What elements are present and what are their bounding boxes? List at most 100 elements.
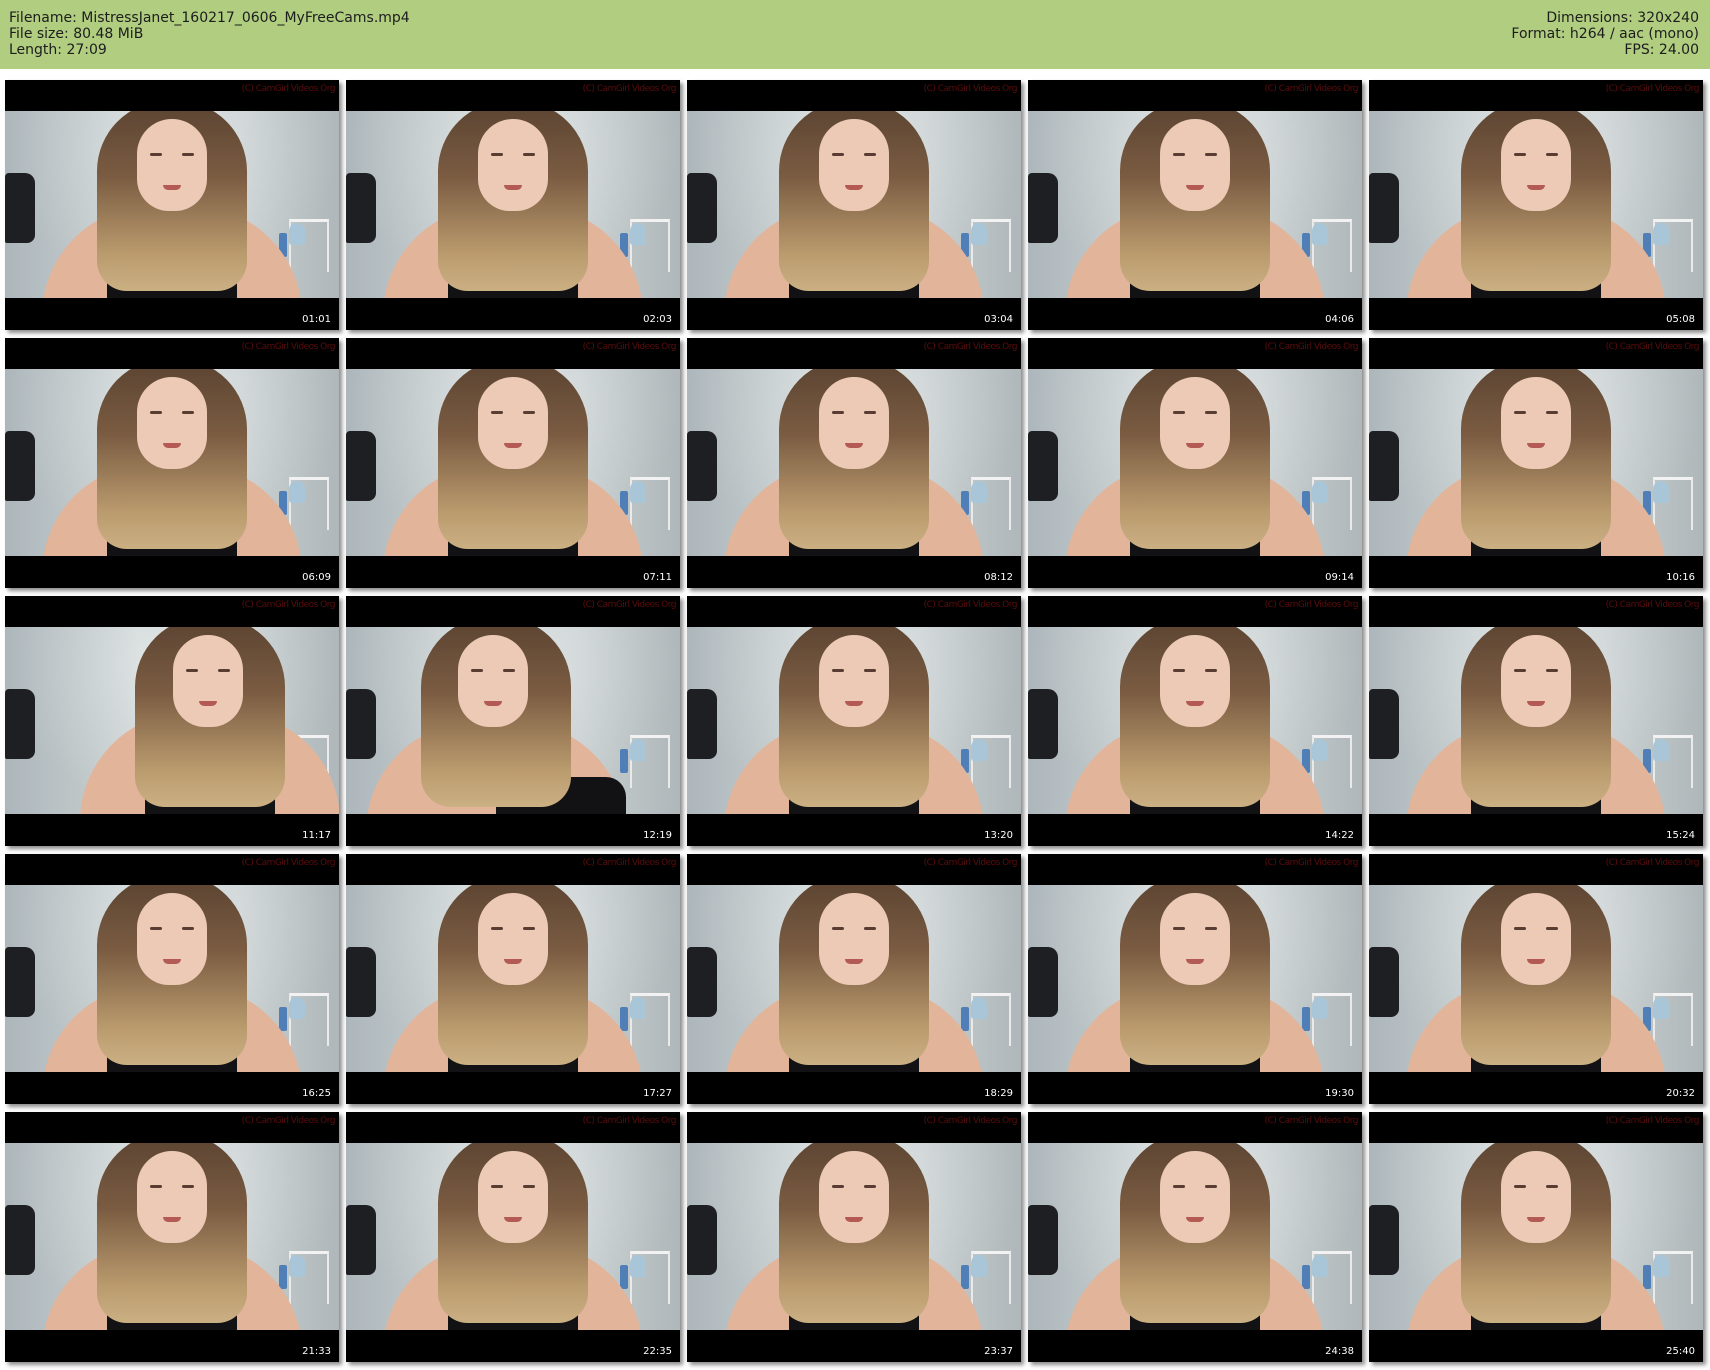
- mouth-shape: [163, 959, 181, 964]
- video-thumbnail: (C) CamGirl Videos Org 11:17: [5, 596, 339, 846]
- backpack-shape: [687, 689, 717, 759]
- thumbnail-timestamp: 12:19: [643, 830, 672, 841]
- video-frame: [1369, 627, 1703, 814]
- person-face-shape: [819, 893, 889, 985]
- video-thumbnail: (C) CamGirl Videos Org 18:29: [687, 854, 1021, 1104]
- watermark-text: (C) CamGirl Videos Org: [923, 1116, 1018, 1126]
- eye-shape: [864, 927, 876, 930]
- backpack-shape: [1369, 1205, 1399, 1275]
- thumbnail-timestamp: 24:38: [1325, 1346, 1354, 1357]
- eye-shape: [864, 411, 876, 414]
- mouth-shape: [1186, 1217, 1204, 1222]
- backpack-shape: [346, 173, 376, 243]
- mouth-shape: [845, 185, 863, 190]
- mouth-shape: [1527, 443, 1545, 448]
- watermark-text: (C) CamGirl Videos Org: [582, 342, 677, 352]
- lamp-shape: [971, 997, 987, 1019]
- watermark-text: (C) CamGirl Videos Org: [241, 84, 336, 94]
- eye-shape: [1205, 927, 1217, 930]
- video-thumbnail: (C) CamGirl Videos Org 17:27: [346, 854, 680, 1104]
- eye-shape: [1173, 669, 1185, 672]
- eye-shape: [1546, 411, 1558, 414]
- thumbnail-timestamp: 15:24: [1666, 830, 1695, 841]
- backpack-shape: [1028, 947, 1058, 1017]
- eye-shape: [864, 1185, 876, 1188]
- mouth-shape: [845, 443, 863, 448]
- backpack-shape: [5, 947, 35, 1017]
- watermark-text: (C) CamGirl Videos Org: [241, 600, 336, 610]
- video-frame: [346, 627, 680, 814]
- mouth-shape: [163, 185, 181, 190]
- bottle-shape: [961, 1265, 969, 1289]
- watermark-text: (C) CamGirl Videos Org: [1605, 858, 1700, 868]
- person-face-shape: [1501, 377, 1571, 469]
- mouth-shape: [504, 185, 522, 190]
- eye-shape: [491, 927, 503, 930]
- person-face-shape: [1501, 1151, 1571, 1243]
- watermark-text: (C) CamGirl Videos Org: [241, 1116, 336, 1126]
- person-face-shape: [1160, 119, 1230, 211]
- backpack-shape: [1028, 1205, 1058, 1275]
- lamp-shape: [1312, 481, 1328, 503]
- bottle-shape: [961, 1007, 969, 1031]
- bottle-shape: [1302, 1007, 1310, 1031]
- thumbnail-timestamp: 11:17: [302, 830, 331, 841]
- watermark-text: (C) CamGirl Videos Org: [923, 858, 1018, 868]
- eye-shape: [1546, 1185, 1558, 1188]
- eye-shape: [150, 153, 162, 156]
- video-frame: [687, 627, 1021, 814]
- eye-shape: [832, 1185, 844, 1188]
- eye-shape: [218, 669, 230, 672]
- video-thumbnail: (C) CamGirl Videos Org 15:24: [1369, 596, 1703, 846]
- backpack-shape: [346, 689, 376, 759]
- video-thumbnail: (C) CamGirl Videos Org 22:35: [346, 1112, 680, 1362]
- video-thumbnail: (C) CamGirl Videos Org 06:09: [5, 338, 339, 588]
- mouth-shape: [1527, 1217, 1545, 1222]
- watermark-text: (C) CamGirl Videos Org: [1605, 84, 1700, 94]
- video-frame: [687, 885, 1021, 1072]
- lamp-shape: [289, 481, 305, 503]
- thumbnail-timestamp: 08:12: [984, 572, 1013, 583]
- eye-shape: [491, 1185, 503, 1188]
- mouth-shape: [484, 701, 502, 706]
- person-face-shape: [1160, 1151, 1230, 1243]
- video-frame: [5, 885, 339, 1072]
- watermark-text: (C) CamGirl Videos Org: [1605, 342, 1700, 352]
- video-frame: [1369, 1143, 1703, 1330]
- watermark-text: (C) CamGirl Videos Org: [582, 600, 677, 610]
- watermark-text: (C) CamGirl Videos Org: [241, 342, 336, 352]
- thumbnail-grid: (C) CamGirl Videos Org 01:01 (C) CamGirl V…: [0, 0, 1710, 1370]
- backpack-shape: [1369, 947, 1399, 1017]
- video-thumbnail: (C) CamGirl Videos Org 02:03: [346, 80, 680, 330]
- eye-shape: [1514, 927, 1526, 930]
- eye-shape: [832, 927, 844, 930]
- backpack-shape: [5, 173, 35, 243]
- video-frame: [1369, 885, 1703, 1072]
- bottle-shape: [620, 1007, 628, 1031]
- mouth-shape: [1186, 185, 1204, 190]
- video-frame: [1028, 1143, 1362, 1330]
- video-thumbnail: (C) CamGirl Videos Org 07:11: [346, 338, 680, 588]
- mouth-shape: [1527, 959, 1545, 964]
- eye-shape: [1205, 669, 1217, 672]
- eye-shape: [523, 153, 535, 156]
- eye-shape: [523, 927, 535, 930]
- video-frame: [346, 369, 680, 556]
- video-thumbnail: (C) CamGirl Videos Org 14:22: [1028, 596, 1362, 846]
- person-face-shape: [819, 377, 889, 469]
- video-frame: [687, 369, 1021, 556]
- lamp-shape: [1653, 481, 1669, 503]
- lamp-shape: [1312, 223, 1328, 245]
- video-thumbnail: (C) CamGirl Videos Org 05:08: [1369, 80, 1703, 330]
- watermark-text: (C) CamGirl Videos Org: [1605, 1116, 1700, 1126]
- thumbnail-timestamp: 01:01: [302, 314, 331, 325]
- eye-shape: [182, 1185, 194, 1188]
- video-thumbnail: (C) CamGirl Videos Org 20:32: [1369, 854, 1703, 1104]
- eye-shape: [832, 153, 844, 156]
- person-face-shape: [819, 1151, 889, 1243]
- bottle-shape: [1302, 1265, 1310, 1289]
- video-thumbnail: (C) CamGirl Videos Org 01:01: [5, 80, 339, 330]
- video-frame: [5, 1143, 339, 1330]
- backpack-shape: [687, 173, 717, 243]
- mouth-shape: [163, 1217, 181, 1222]
